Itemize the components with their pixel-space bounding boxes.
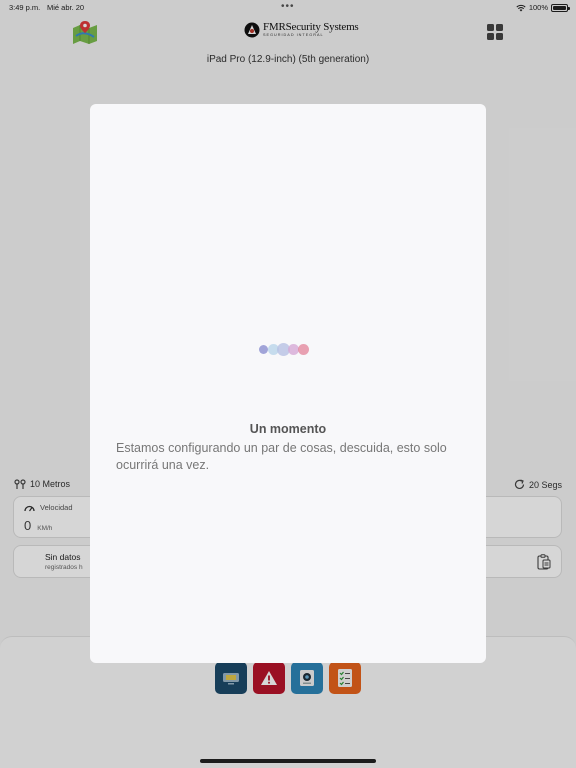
modal-message: Estamos configurando un par de cosas, de… (116, 441, 447, 472)
loading-indicator (259, 342, 317, 356)
loading-modal: Un momento Estamos configurando un par d… (90, 104, 486, 663)
loader-dot (259, 345, 268, 354)
modal-title: Un momento (249, 422, 327, 436)
loader-dot (298, 344, 309, 355)
